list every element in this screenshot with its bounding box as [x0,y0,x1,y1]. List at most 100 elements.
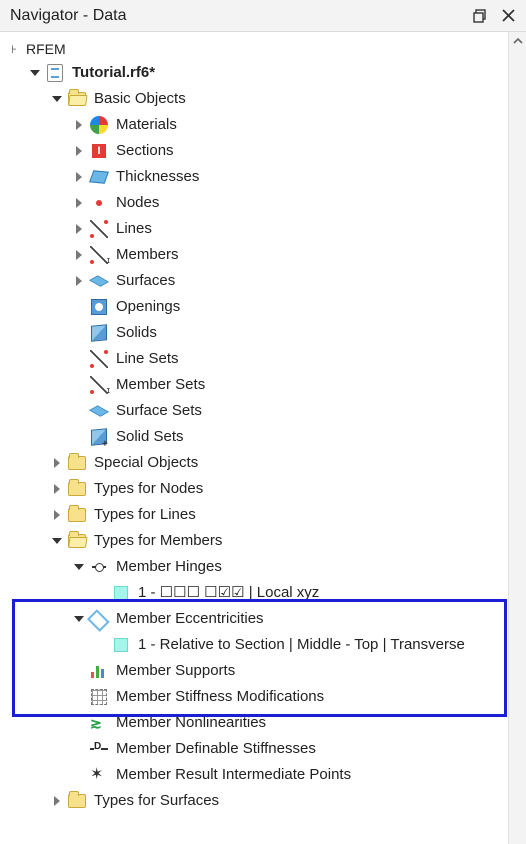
tree-label: Member Result Intermediate Points [114,766,351,784]
file-icon [44,62,66,84]
tree-item-solids[interactable]: Solids [4,320,508,346]
tree-item-types-lines[interactable]: Types for Lines [4,502,508,528]
folder-icon [66,504,88,526]
folder-open-icon [66,88,88,110]
tree-item-solid-sets[interactable]: Solid Sets [4,424,508,450]
tree-label: Solid Sets [114,428,184,446]
tree-item-openings[interactable]: Openings [4,294,508,320]
tree-label: Member Stiffness Modifications [114,688,324,706]
chevron-right-icon[interactable] [70,116,88,134]
tree-item-result-points[interactable]: Member Result Intermediate Points [4,762,508,788]
chevron-right-icon[interactable] [70,246,88,264]
nodes-icon [88,192,110,214]
chevron-right-icon[interactable] [70,272,88,290]
tree-item-member-eccentricities[interactable]: Member Eccentricities [4,606,508,632]
app-root-row[interactable]: ⊦ RFEM [4,38,508,60]
chevron-down-icon[interactable] [48,90,66,108]
materials-icon [88,114,110,136]
openings-icon [88,296,110,318]
titlebar: Navigator - Data [0,0,526,32]
tree-label: Member Sets [114,376,205,394]
tree-item-surfaces[interactable]: Surfaces [4,268,508,294]
file-label: Tutorial.rf6* [70,64,155,82]
tree-label: 1 - ☐☐☐ ☐☑☑ | Local xyz [136,584,319,602]
result-points-icon [88,764,110,786]
grid-icon [88,686,110,708]
tree-label: 1 - Relative to Section | Middle - Top |… [136,636,465,654]
tree-item-line-sets[interactable]: Line Sets [4,346,508,372]
chevron-right-icon[interactable] [70,194,88,212]
app-root-label: RFEM [24,41,66,57]
chevron-down-icon[interactable] [70,610,88,628]
tree-label: Materials [114,116,177,134]
tree-label: Thicknesses [114,168,199,186]
tree-item-nonlinearities[interactable]: Member Nonlinearities [4,710,508,736]
chevron-down-icon[interactable] [48,532,66,550]
tree-label: Special Objects [92,454,198,472]
chevron-right-icon[interactable] [48,792,66,810]
tree-label: Member Eccentricities [114,610,264,628]
tree-item-member-sets[interactable]: Member Sets [4,372,508,398]
tree-item-materials[interactable]: Materials [4,112,508,138]
chevron-right-icon[interactable] [48,454,66,472]
chevron-right-icon[interactable] [70,220,88,238]
surface-sets-icon [88,400,110,422]
line-sets-icon [88,348,110,370]
tree-label: Solids [114,324,157,342]
tree-label: Sections [114,142,174,160]
chevron-right-icon[interactable] [48,480,66,498]
tree-label: Openings [114,298,180,316]
tree-item-definable-stiff[interactable]: Member Definable Stiffnesses [4,736,508,762]
tree-label: Member Definable Stiffnesses [114,740,316,758]
tree-item-member-hinges[interactable]: Member Hinges [4,554,508,580]
tree-label: Member Nonlinearities [114,714,266,732]
member-sets-icon [88,374,110,396]
tree-item-stiffness-mod[interactable]: Member Stiffness Modifications [4,684,508,710]
tree-item-types-surfaces[interactable]: Types for Surfaces [4,788,508,814]
vertical-scrollbar[interactable] [508,32,526,844]
tree-item-hinge-1[interactable]: 1 - ☐☐☐ ☐☑☑ | Local xyz [4,580,508,606]
close-icon[interactable] [496,4,520,28]
folder-icon [66,478,88,500]
tree-item-nodes[interactable]: Nodes [4,190,508,216]
folder-icon [66,790,88,812]
restore-icon[interactable] [468,4,492,28]
tree-label: Members [114,246,179,264]
tree-item-lines[interactable]: Lines [4,216,508,242]
tree-item-special-objects[interactable]: Special Objects [4,450,508,476]
tree-item-member-supports[interactable]: Member Supports [4,658,508,684]
panel-title: Navigator - Data [10,7,464,25]
chevron-down-icon[interactable] [70,558,88,576]
tree-item-surface-sets[interactable]: Surface Sets [4,398,508,424]
tree-label: Surfaces [114,272,175,290]
tree-label: Surface Sets [114,402,202,420]
tree-item-file[interactable]: Tutorial.rf6* [4,60,508,86]
definable-icon [88,738,110,760]
tree-label: Nodes [114,194,159,212]
tree-item-types-members[interactable]: Types for Members [4,528,508,554]
chevron-right-icon[interactable] [70,168,88,186]
tree-item-basic-objects[interactable]: Basic Objects [4,86,508,112]
tree-item-eccentricity-1[interactable]: 1 - Relative to Section | Middle - Top |… [4,632,508,658]
chevron-right-icon[interactable] [70,142,88,160]
lines-icon [88,218,110,240]
solids-icon [88,322,110,344]
tree-view[interactable]: ⊦ RFEM Tutorial.rf6* Basic Objects [0,32,508,844]
expand-icon[interactable]: ⊦ [8,43,20,55]
scroll-up-icon[interactable] [509,32,526,50]
tree-label: Line Sets [114,350,179,368]
swatch-icon [110,634,132,656]
thicknesses-icon [88,166,110,188]
tree-item-members[interactable]: Members [4,242,508,268]
tree-item-sections[interactable]: Sections [4,138,508,164]
chevron-down-icon[interactable] [26,64,44,82]
members-icon [88,244,110,266]
hinge-icon [88,556,110,578]
nonlinear-icon [88,712,110,734]
tree-item-thicknesses[interactable]: Thicknesses [4,164,508,190]
tree-item-types-nodes[interactable]: Types for Nodes [4,476,508,502]
folder-open-icon [66,530,88,552]
chevron-right-icon[interactable] [48,506,66,524]
tree-label: Basic Objects [92,90,186,108]
tree-label: Lines [114,220,152,238]
